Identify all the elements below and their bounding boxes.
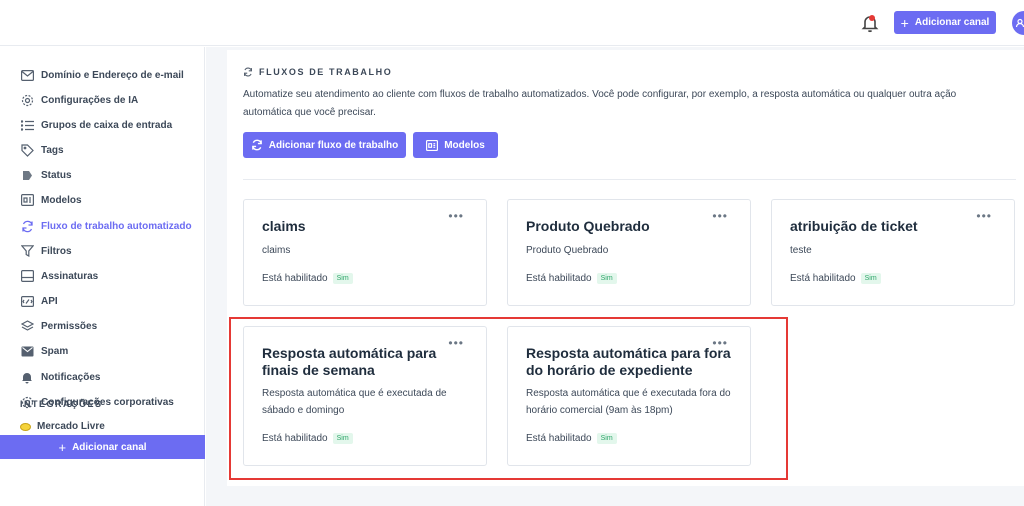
plus-icon: + [58,439,67,455]
sidebar-item-label: Status [41,169,72,181]
sidebar-item-inbox-groups[interactable]: Grupos de caixa de entrada [20,117,172,133]
sidebar-item-domain-email[interactable]: Domínio e Endereço de e-mail [20,67,184,83]
card-status: Está habilitado Sim [262,433,353,444]
card-title: Resposta automática para fora do horário… [526,345,731,378]
more-options-icon[interactable]: ••• [712,210,728,222]
templates-icon [20,193,34,207]
plus-icon: + [900,14,909,31]
section-title: FLUXOS DE TRABALHO [243,67,392,77]
api-icon [20,294,34,308]
status-badge: Sim [596,273,617,284]
workflow-icon [20,219,34,233]
spam-icon [20,344,34,358]
status-badge: Sim [332,433,353,444]
divider [243,179,1016,180]
user-icon [1015,18,1024,28]
sidebar-item-label: Fluxo de trabalho automatizado [41,220,192,232]
refresh-icon [244,67,252,77]
sidebar-item-label: API [41,295,58,307]
ai-settings-icon [20,93,34,107]
mail-icon [20,68,34,82]
sidebar-item-templates[interactable]: Modelos [20,192,82,208]
status-badge: Sim [332,273,353,284]
card-description: Produto Quebrado [526,245,609,256]
card-description: Resposta automática que é executada de s… [262,388,447,416]
card-status: Está habilitado Sim [526,273,617,284]
sidebar-item-label: Filtros [41,245,72,257]
bell-icon [20,370,34,384]
sidebar-item-label: Modelos [41,194,82,206]
section-description: Automatize seu atendimento ao cliente co… [243,89,957,118]
card-status: Está habilitado Sim [262,273,353,284]
avatar[interactable] [1012,11,1024,35]
status-badge: Sim [596,433,617,444]
card-description: Resposta automática que é executada fora… [526,388,731,416]
sidebar-item-tags[interactable]: Tags [20,142,64,158]
sidebar-item-signatures[interactable]: Assinaturas [20,268,98,284]
card-description: claims [262,245,291,256]
sidebar-add-channel-label: Adicionar canal [72,441,147,453]
sidebar-item-spam[interactable]: Spam [20,343,68,359]
sidebar-item-label: Grupos de caixa de entrada [41,119,173,131]
card-description: teste [790,245,812,256]
refresh-icon [251,139,262,151]
more-options-icon[interactable]: ••• [976,210,992,222]
sidebar-item-label: Tags [41,144,64,156]
list-icon [20,118,34,132]
card-status: Está habilitado Sim [526,433,617,444]
status-badge: Sim [860,273,881,284]
sidebar-item-ai-settings[interactable]: Configurações de IA [20,92,138,108]
tag-icon [20,143,34,157]
status-label: Está habilitado [262,273,328,284]
add-workflow-button[interactable]: Adicionar fluxo de trabalho [243,132,406,158]
sidebar-item-label: Domínio e Endereço de e-mail [41,69,184,81]
top-bar: + Adicionar canal [0,0,1024,46]
notification-dot [869,15,875,21]
integration-label: Mercado Livre [37,421,105,432]
workflow-card[interactable]: ••• claims claims Está habilitado Sim [243,199,487,306]
card-title: Resposta automática para finais de seman… [262,345,437,378]
add-channel-label: Adicionar canal [914,17,990,28]
card-title: Produto Quebrado [526,218,650,234]
integrations-heading: INTEGRAÇÕES [20,399,103,409]
templates-icon [426,139,439,151]
status-icon [20,168,34,182]
status-label: Está habilitado [262,433,328,444]
sidebar-item-automated-workflow[interactable]: Fluxo de trabalho automatizado [20,218,192,234]
mercado-livre-logo-icon [20,422,31,431]
sidebar-item-label: Permissões [41,320,98,332]
more-options-icon[interactable]: ••• [448,210,464,222]
filter-icon [20,244,34,258]
sidebar-item-api[interactable]: API [20,293,58,309]
signature-icon [20,269,34,283]
workflow-card[interactable]: ••• Resposta automática para fora do hor… [507,326,751,466]
status-label: Está habilitado [790,273,856,284]
workflow-card[interactable]: ••• Produto Quebrado Produto Quebrado Es… [507,199,751,306]
integration-mercado-livre[interactable]: Mercado Livre [20,421,105,432]
sidebar-item-label: Configurações de IA [41,94,139,106]
card-title: claims [262,218,306,234]
permissions-icon [20,319,34,333]
sidebar-item-permissions[interactable]: Permissões [20,318,97,334]
card-title: atribuição de ticket [790,218,918,234]
section-title-label: FLUXOS DE TRABALHO [259,67,393,77]
add-workflow-label: Adicionar fluxo de trabalho [268,139,399,151]
sidebar-item-label: Notificações [41,371,101,383]
add-channel-button[interactable]: + Adicionar canal [894,11,996,34]
status-label: Está habilitado [526,433,592,444]
workflow-card[interactable]: ••• Resposta automática para finais de s… [243,326,487,466]
sidebar-item-label: Spam [41,345,69,357]
card-status: Está habilitado Sim [790,273,881,284]
workflow-card[interactable]: ••• atribuição de ticket teste Está habi… [771,199,1015,306]
sidebar-item-filters[interactable]: Filtros [20,243,72,259]
sidebar-item-label: Assinaturas [41,270,99,282]
status-label: Está habilitado [526,273,592,284]
templates-label: Modelos [444,139,485,151]
sidebar-add-channel-button[interactable]: + Adicionar canal [0,435,205,459]
sidebar-item-status[interactable]: Status [20,167,72,183]
templates-button[interactable]: Modelos [413,132,498,158]
sidebar-item-notifications[interactable]: Notificações [20,369,100,385]
